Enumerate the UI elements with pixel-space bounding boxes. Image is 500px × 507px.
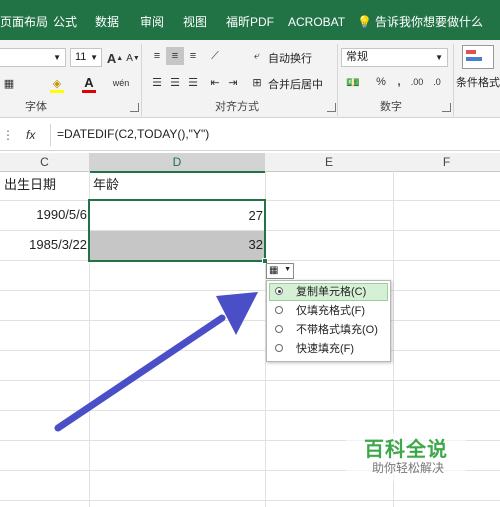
watermark-subtitle: 助你轻松解决 bbox=[372, 461, 445, 475]
watermark: 百科全说 助你轻松解决 bbox=[346, 433, 466, 481]
arrow-shaft bbox=[54, 314, 226, 432]
annotation-arrow bbox=[54, 292, 258, 432]
watermark-title: 百科全说 bbox=[364, 439, 448, 461]
arrow-head bbox=[216, 292, 258, 335]
